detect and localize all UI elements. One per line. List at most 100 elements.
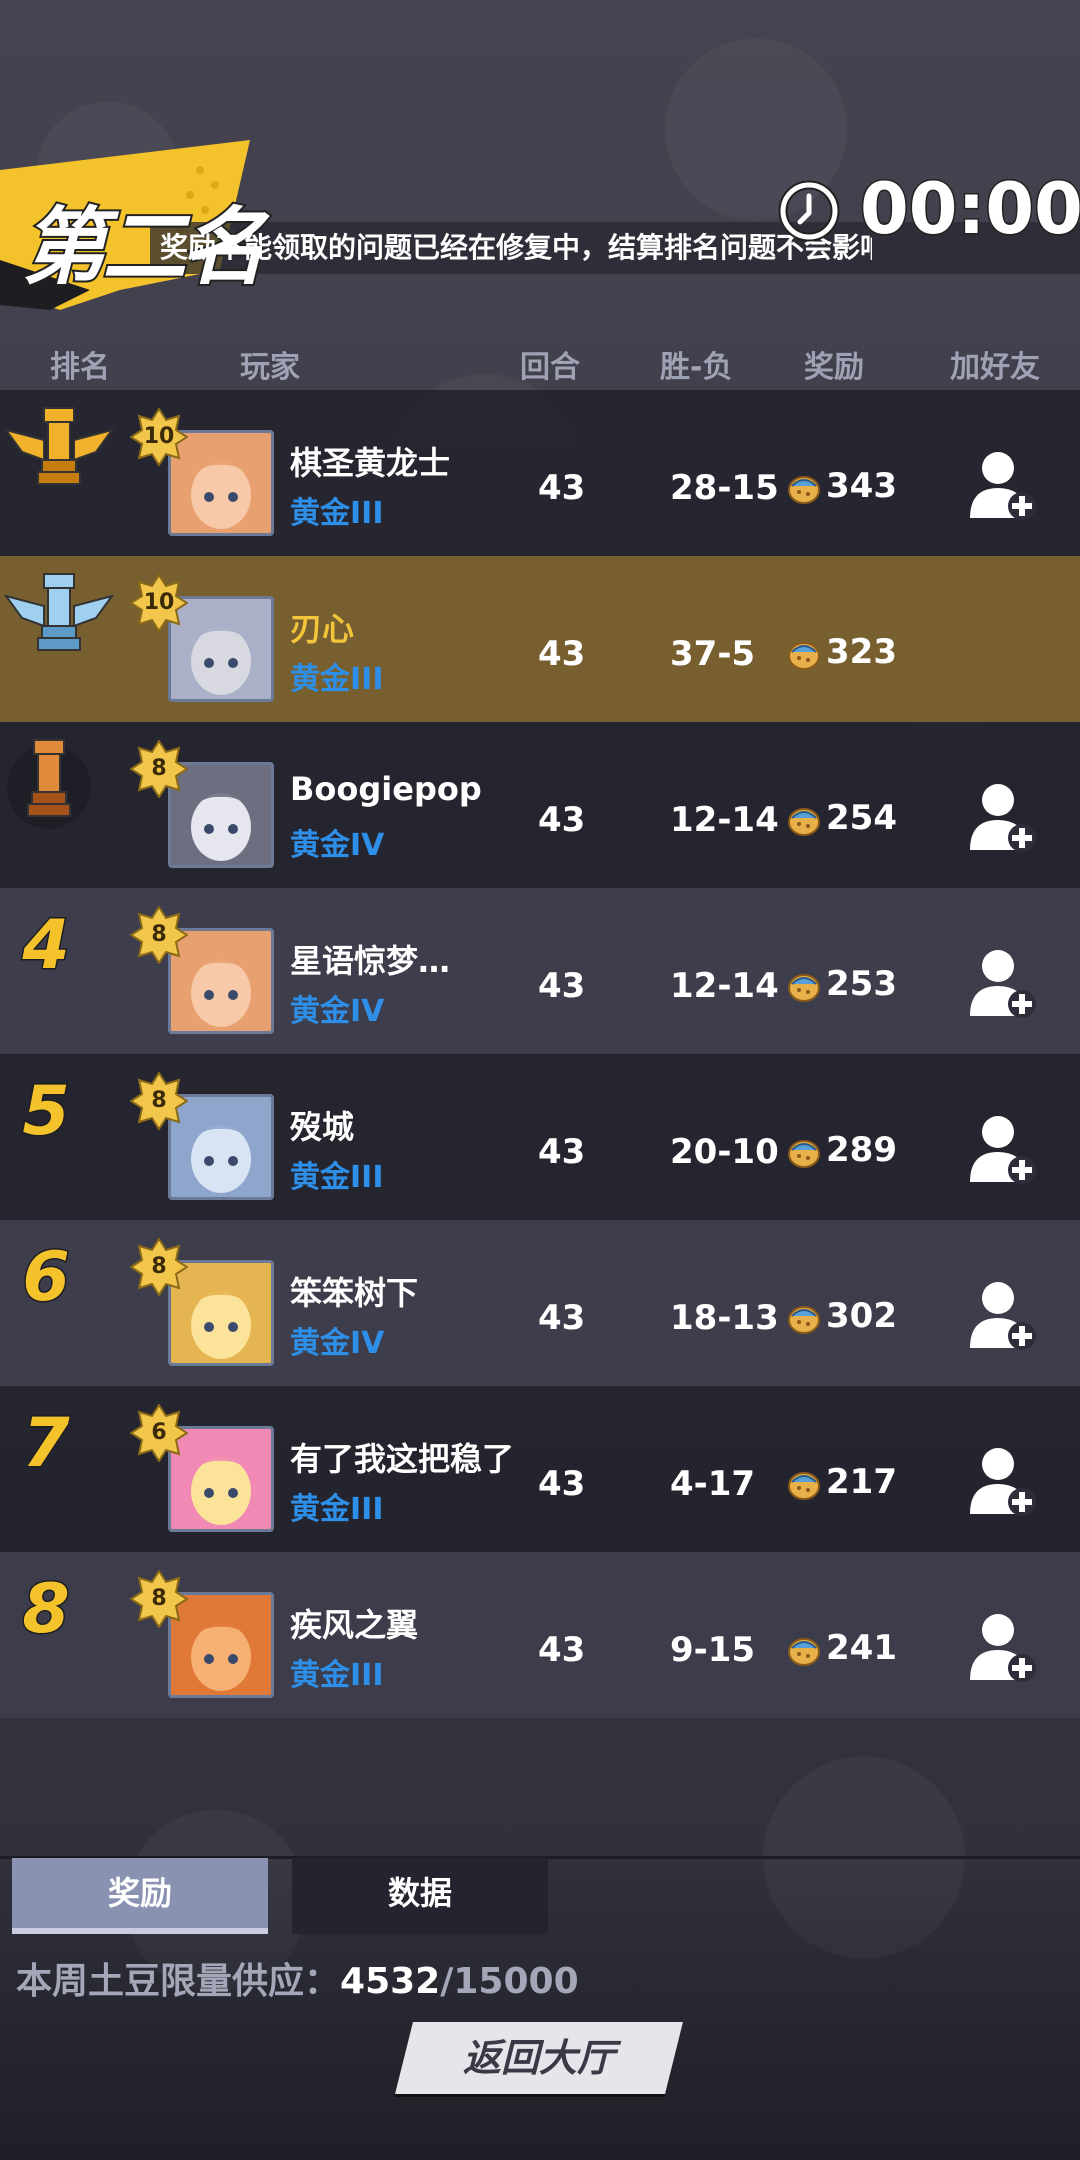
- level-number: 8: [151, 1254, 167, 1279]
- supply-total: /15000: [440, 1961, 579, 2002]
- level-badge: 8: [129, 905, 189, 965]
- add-friend-icon[interactable]: [968, 1278, 1038, 1352]
- player-tier: 黄金IV: [290, 1326, 385, 1361]
- column-header-add-friend: 加好友: [950, 350, 1040, 385]
- player-name: 疾风之翼: [290, 1606, 419, 1644]
- gold-rook-icon: [3, 400, 115, 500]
- player-name: 有了我这把稳了: [290, 1440, 515, 1478]
- level-number: 8: [151, 1088, 167, 1113]
- player-tier: 黄金III: [290, 1658, 384, 1693]
- add-friend-icon[interactable]: [968, 780, 1038, 854]
- potato-coin-icon: [786, 1300, 822, 1336]
- reward-value: 343: [826, 466, 897, 506]
- potato-coin-icon: [786, 968, 822, 1004]
- rounds-value: 43: [538, 1630, 586, 1670]
- rounds-value: 43: [538, 966, 586, 1006]
- potato-coin-icon: [786, 636, 822, 672]
- rounds-value: 43: [538, 468, 586, 508]
- rounds-value: 43: [538, 800, 586, 840]
- win-loss-value: 12-14: [670, 800, 779, 840]
- win-loss-value: 12-14: [670, 966, 779, 1006]
- table-row: 7 6 有了我这把稳了 黄金III 43 4-17 217: [0, 1386, 1080, 1552]
- potato-coin-icon: [786, 802, 822, 838]
- rank-number: 7: [21, 1403, 71, 1485]
- potato-coin-icon: [786, 1632, 822, 1668]
- table-row: 5 8 歿城 黄金III 43 20-10 289: [0, 1054, 1080, 1220]
- player-tier: 黄金III: [290, 1160, 384, 1195]
- rounds-value: 43: [538, 1464, 586, 1504]
- player-name: 刃心: [290, 610, 355, 648]
- level-badge: 6: [129, 1403, 189, 1463]
- column-header-rounds: 回合: [520, 350, 580, 385]
- clock-icon: [778, 180, 840, 242]
- silver-rook-icon: [3, 566, 115, 666]
- level-badge: 8: [129, 739, 189, 799]
- tab-data[interactable]: 数据: [292, 1858, 548, 1934]
- rank-number: 4: [21, 905, 71, 987]
- supply-label: 本周土豆限量供应：: [16, 1961, 341, 2002]
- potato-coin-icon: [786, 470, 822, 506]
- level-number: 8: [151, 756, 167, 781]
- add-friend-icon[interactable]: [968, 1444, 1038, 1518]
- bronze-rook-icon: [4, 732, 114, 832]
- reward-value: 253: [826, 964, 897, 1004]
- win-loss-value: 37-5: [670, 634, 756, 674]
- return-lobby-label: 返回大厅: [462, 2036, 615, 2080]
- notice-text: 奖励不能领取的问题已经在修复中，结算排名问题不会影响: [160, 231, 872, 264]
- reward-value: 217: [826, 1462, 897, 1502]
- rounds-value: 43: [538, 1298, 586, 1338]
- table-row: 4 8 星语惊梦… 黄金IV 43 12-14 253: [0, 888, 1080, 1054]
- win-loss-value: 28-15: [670, 468, 779, 508]
- player-name: Boogiepop: [290, 770, 482, 808]
- level-number: 6: [151, 1420, 167, 1445]
- potato-supply: 本周土豆限量供应：4532/15000: [16, 1952, 579, 2004]
- potato-coin-icon: [786, 1466, 822, 1502]
- add-friend-icon[interactable]: [968, 448, 1038, 522]
- level-badge: 8: [129, 1237, 189, 1297]
- add-friend-icon[interactable]: [968, 946, 1038, 1020]
- reward-value: 254: [826, 798, 897, 838]
- level-badge: 8: [129, 1569, 189, 1629]
- player-tier: 黄金III: [290, 662, 384, 697]
- tab-reward[interactable]: 奖励: [12, 1858, 268, 1934]
- rounds-value: 43: [538, 634, 586, 674]
- column-header-player: 玩家: [240, 350, 300, 385]
- player-tier: 黄金III: [290, 1492, 384, 1527]
- add-friend-icon[interactable]: [968, 1610, 1038, 1684]
- win-loss-value: 9-15: [670, 1630, 756, 1670]
- table-row: 8 Boogiepop 黄金IV 43 12-14 254: [0, 722, 1080, 888]
- level-number: 10: [143, 424, 175, 449]
- player-tier: 黄金IV: [290, 828, 385, 863]
- player-name: 棋圣黄龙士: [290, 444, 451, 482]
- level-number: 10: [143, 590, 175, 615]
- level-number: 8: [151, 1586, 167, 1611]
- reward-value: 302: [826, 1296, 897, 1336]
- add-friend-icon[interactable]: [968, 1112, 1038, 1186]
- player-name: 歿城: [290, 1108, 355, 1146]
- countdown-timer: 00:00: [859, 167, 1080, 252]
- column-header-win-loss: 胜-负: [660, 350, 733, 385]
- rank-number: 5: [21, 1071, 71, 1153]
- player-tier: 黄金III: [290, 496, 384, 531]
- return-lobby-button[interactable]: 返回大厅: [395, 2022, 683, 2094]
- reward-value: 289: [826, 1130, 897, 1170]
- level-number: 8: [151, 922, 167, 947]
- win-loss-value: 4-17: [670, 1464, 756, 1504]
- player-name: 笨笨树下: [290, 1274, 419, 1312]
- player-name: 星语惊梦…: [290, 942, 451, 980]
- win-loss-value: 18-13: [670, 1298, 779, 1338]
- rank-number: 8: [21, 1569, 71, 1651]
- table-row: 8 8 疾风之翼 黄金III 43 9-15 241: [0, 1552, 1080, 1718]
- column-header-reward: 奖励: [804, 350, 864, 385]
- player-tier: 黄金IV: [290, 994, 385, 1029]
- reward-value: 323: [826, 632, 897, 672]
- level-badge: 10: [129, 573, 189, 633]
- table-row: 6 8 笨笨树下 黄金IV 43 18-13 302: [0, 1220, 1080, 1386]
- win-loss-value: 20-10: [670, 1132, 779, 1172]
- rank-number: 6: [21, 1237, 71, 1319]
- level-badge: 8: [129, 1071, 189, 1131]
- table-row: 10 刃心 黄金III 43 37-5 323: [0, 556, 1080, 722]
- rounds-value: 43: [538, 1132, 586, 1172]
- reward-value: 241: [826, 1628, 897, 1668]
- potato-coin-icon: [786, 1134, 822, 1170]
